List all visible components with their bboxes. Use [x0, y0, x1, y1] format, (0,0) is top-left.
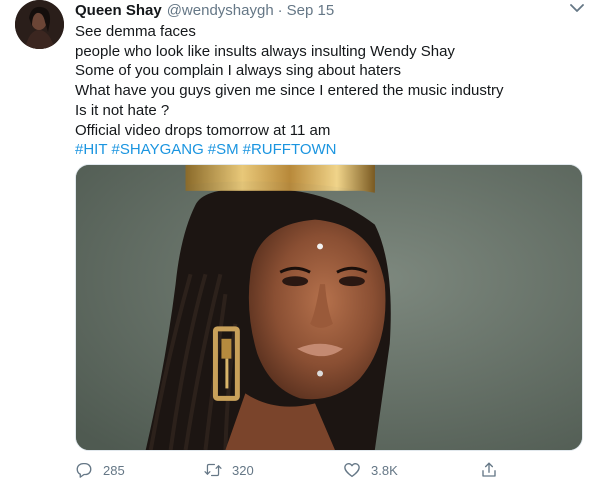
chevron-down-icon — [570, 0, 584, 18]
retweet-icon — [204, 461, 222, 479]
tweet-header: Queen Shay @wendyshaygh · Sep 15 — [75, 0, 334, 20]
hashtag-link[interactable]: #HIT — [75, 140, 108, 160]
author-name[interactable]: Queen Shay — [75, 2, 162, 19]
tweet-text: See demma faces people who look like ins… — [75, 22, 585, 160]
heart-icon — [343, 461, 361, 479]
retweet-button[interactable]: 320 — [204, 458, 254, 482]
hashtag-link[interactable]: #SM — [208, 140, 239, 160]
hashtag-list: #HIT #SHAYGANG #SM #RUFFTOWN — [75, 140, 585, 160]
tweet-line: Some of you complain I always sing about… — [75, 62, 402, 80]
reply-icon — [75, 461, 93, 479]
like-button[interactable]: 3.8K — [343, 458, 398, 482]
share-icon — [480, 461, 498, 479]
retweet-count: 320 — [232, 462, 254, 478]
reply-button[interactable]: 285 — [75, 458, 125, 482]
share-button[interactable] — [480, 458, 498, 482]
tweet-photo[interactable] — [75, 164, 583, 451]
tweet-actions: 285 320 3.8K — [75, 458, 515, 482]
header-separator: · — [277, 1, 283, 19]
tweet-date[interactable]: Sep 15 — [287, 2, 335, 19]
hashtag-link[interactable]: #SHAYGANG — [112, 140, 204, 160]
reply-count: 285 — [103, 462, 125, 478]
like-count: 3.8K — [371, 462, 398, 478]
author-handle[interactable]: @wendyshaygh — [167, 2, 274, 19]
hashtag-link[interactable]: #RUFFTOWN — [243, 140, 337, 160]
tweet-line: See demma faces — [75, 23, 196, 40]
tweet-line: Official video drops tomorrow at 11 am — [75, 121, 331, 139]
tweet-card[interactable]: Queen Shay @wendyshaygh · Sep 15 See dem… — [0, 0, 598, 487]
tweet-line: Is it not hate ? — [75, 101, 170, 119]
avatar[interactable] — [15, 0, 64, 49]
tweet-line: What have you guys given me since I ente… — [75, 82, 504, 100]
tweet-line: people who look like insults always insu… — [75, 42, 455, 60]
more-options-button[interactable] — [567, 0, 587, 18]
